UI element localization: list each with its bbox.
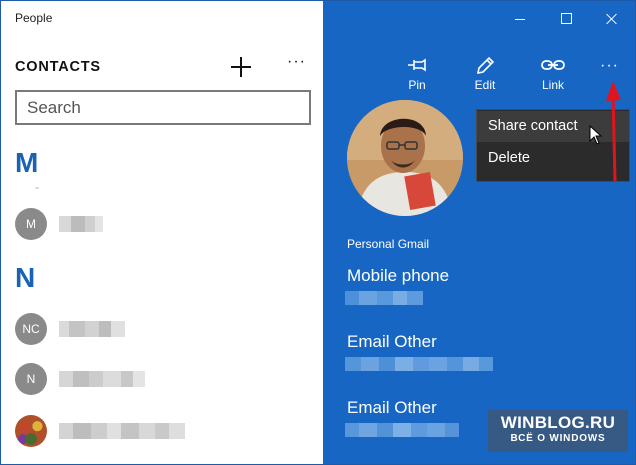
edit-button[interactable]: Edit	[461, 55, 509, 92]
group-divider	[35, 187, 39, 189]
edit-label: Edit	[474, 78, 496, 92]
contact-name-redacted	[59, 423, 185, 439]
email-other-label-2: Email Other	[347, 398, 437, 417]
group-header-m[interactable]: M	[15, 147, 38, 179]
avatar	[15, 415, 47, 447]
contact-item[interactable]: M	[15, 206, 315, 242]
link-label: Link	[541, 78, 564, 92]
person-photo-icon	[347, 100, 463, 216]
contact-item[interactable]: N	[15, 361, 315, 397]
pencil-icon	[476, 56, 495, 75]
mobile-phone-value-redacted[interactable]	[345, 291, 423, 305]
contact-photo[interactable]	[347, 100, 463, 216]
contact-name-redacted	[59, 216, 103, 232]
avatar: M	[15, 208, 47, 240]
account-label: Personal Gmail	[347, 237, 430, 251]
red-arrow-annotation-icon	[606, 81, 621, 182]
contact-item[interactable]: NC	[15, 311, 315, 347]
email-value-redacted[interactable]	[345, 423, 459, 437]
email-other-label: Email Other	[347, 332, 437, 351]
group-header-n[interactable]: N	[15, 262, 35, 294]
contact-item[interactable]	[15, 413, 315, 449]
contact-name-redacted	[59, 371, 145, 387]
mobile-phone-label: Mobile phone	[347, 266, 450, 285]
mouse-cursor-icon	[589, 125, 603, 145]
more-options-button[interactable]: ···	[600, 57, 619, 75]
contacts-more-button[interactable]: ···	[287, 53, 306, 71]
watermark-subtitle: ВСЁ О WINDOWS	[510, 433, 606, 444]
watermark: WINBLOG.RU ВСЁ О WINDOWS	[488, 410, 628, 452]
add-contact-button[interactable]	[229, 55, 253, 79]
pin-label: Pin	[408, 78, 426, 92]
pin-button[interactable]: Pin	[393, 55, 441, 92]
app-title: People	[15, 11, 53, 25]
close-button[interactable]	[597, 9, 627, 29]
pin-icon	[408, 58, 426, 72]
contacts-heading: CONTACTS	[15, 59, 101, 75]
email-value-redacted[interactable]	[345, 357, 493, 371]
avatar: N	[15, 363, 47, 395]
contacts-pane: People CONTACTS ··· M M N NC N	[1, 1, 323, 464]
watermark-title: WINBLOG.RU	[500, 413, 616, 432]
contact-name-redacted	[59, 321, 125, 337]
people-app-window: People CONTACTS ··· M M N NC N	[0, 0, 636, 465]
maximize-button[interactable]	[551, 9, 581, 29]
avatar: NC	[15, 313, 47, 345]
link-icon	[541, 60, 565, 70]
contact-detail-pane: Pin Edit Link ··· Personal Gmail Mobile …	[323, 1, 635, 464]
search-input[interactable]	[15, 90, 311, 125]
minimize-button[interactable]	[505, 9, 535, 29]
link-button[interactable]: Link	[529, 55, 577, 92]
